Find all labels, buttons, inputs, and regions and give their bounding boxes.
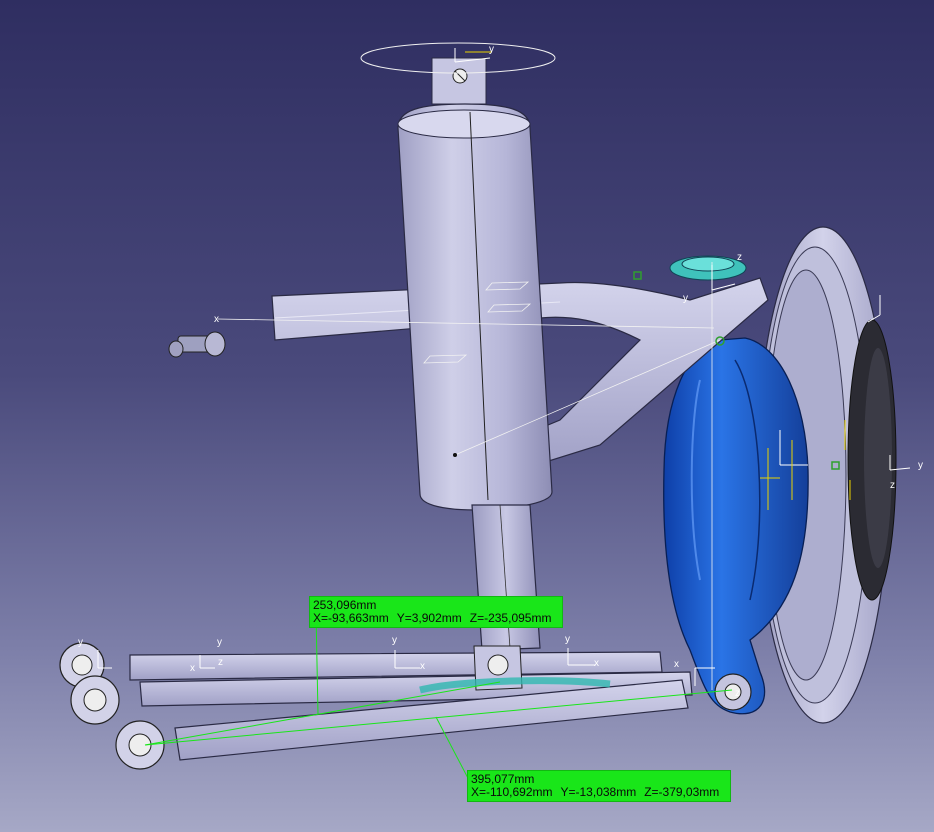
ball-joint-seat [669, 255, 747, 281]
axis-label-y: y [78, 637, 83, 648]
measurement-z: Z=-235,095mm [469, 611, 552, 625]
measurement-x: X=-93,663mm [313, 611, 389, 625]
shock-absorber-strut[interactable] [360, 42, 556, 651]
axis-label-y: y [489, 44, 494, 55]
measurement-label-2[interactable]: 395,077mm X=-110,692mm Y=-13,038mm Z=-379,… [467, 770, 732, 802]
axis-label-y: y [918, 460, 923, 471]
measurement-y: Y=-13,038mm [560, 785, 637, 799]
axis-label-z: z [737, 252, 742, 263]
axis-label-y: y [683, 293, 688, 304]
axis-label-y: y [565, 634, 570, 645]
axis-label-x: x [214, 314, 219, 325]
axis-label-z: z [890, 480, 895, 491]
3d-viewport[interactable]: x y z y x y x z y x y x z y z y 253,096m… [0, 0, 934, 832]
measurement-coordinates: X=-93,663mm Y=3,902mm Z=-235,095mm [313, 612, 559, 625]
bolt[interactable] [168, 331, 226, 358]
axis-label-y: y [217, 637, 222, 648]
measurement-x: X=-110,692mm [471, 785, 553, 799]
axis-label-x: x [420, 661, 425, 672]
suspension-assembly-model[interactable]: x y z y x y x z y x y x z y z y [0, 0, 934, 832]
axis-label-z: z [218, 657, 223, 668]
measurement-z: Z=-379,03mm [644, 785, 720, 799]
measurement-coordinates: X=-110,692mm Y=-13,038mm Z=-379,03mm [471, 786, 727, 799]
axis-label-x: x [674, 659, 679, 670]
measurement-y: Y=3,902mm [396, 611, 462, 625]
axis-label-x: x [190, 663, 195, 674]
axis-label-y: y [392, 635, 397, 646]
axis-label-x: x [594, 658, 599, 669]
measurement-label-1[interactable]: 253,096mm X=-93,663mm Y=3,902mm Z=-235,095… [309, 596, 564, 628]
axis-label-z: z [735, 688, 740, 699]
